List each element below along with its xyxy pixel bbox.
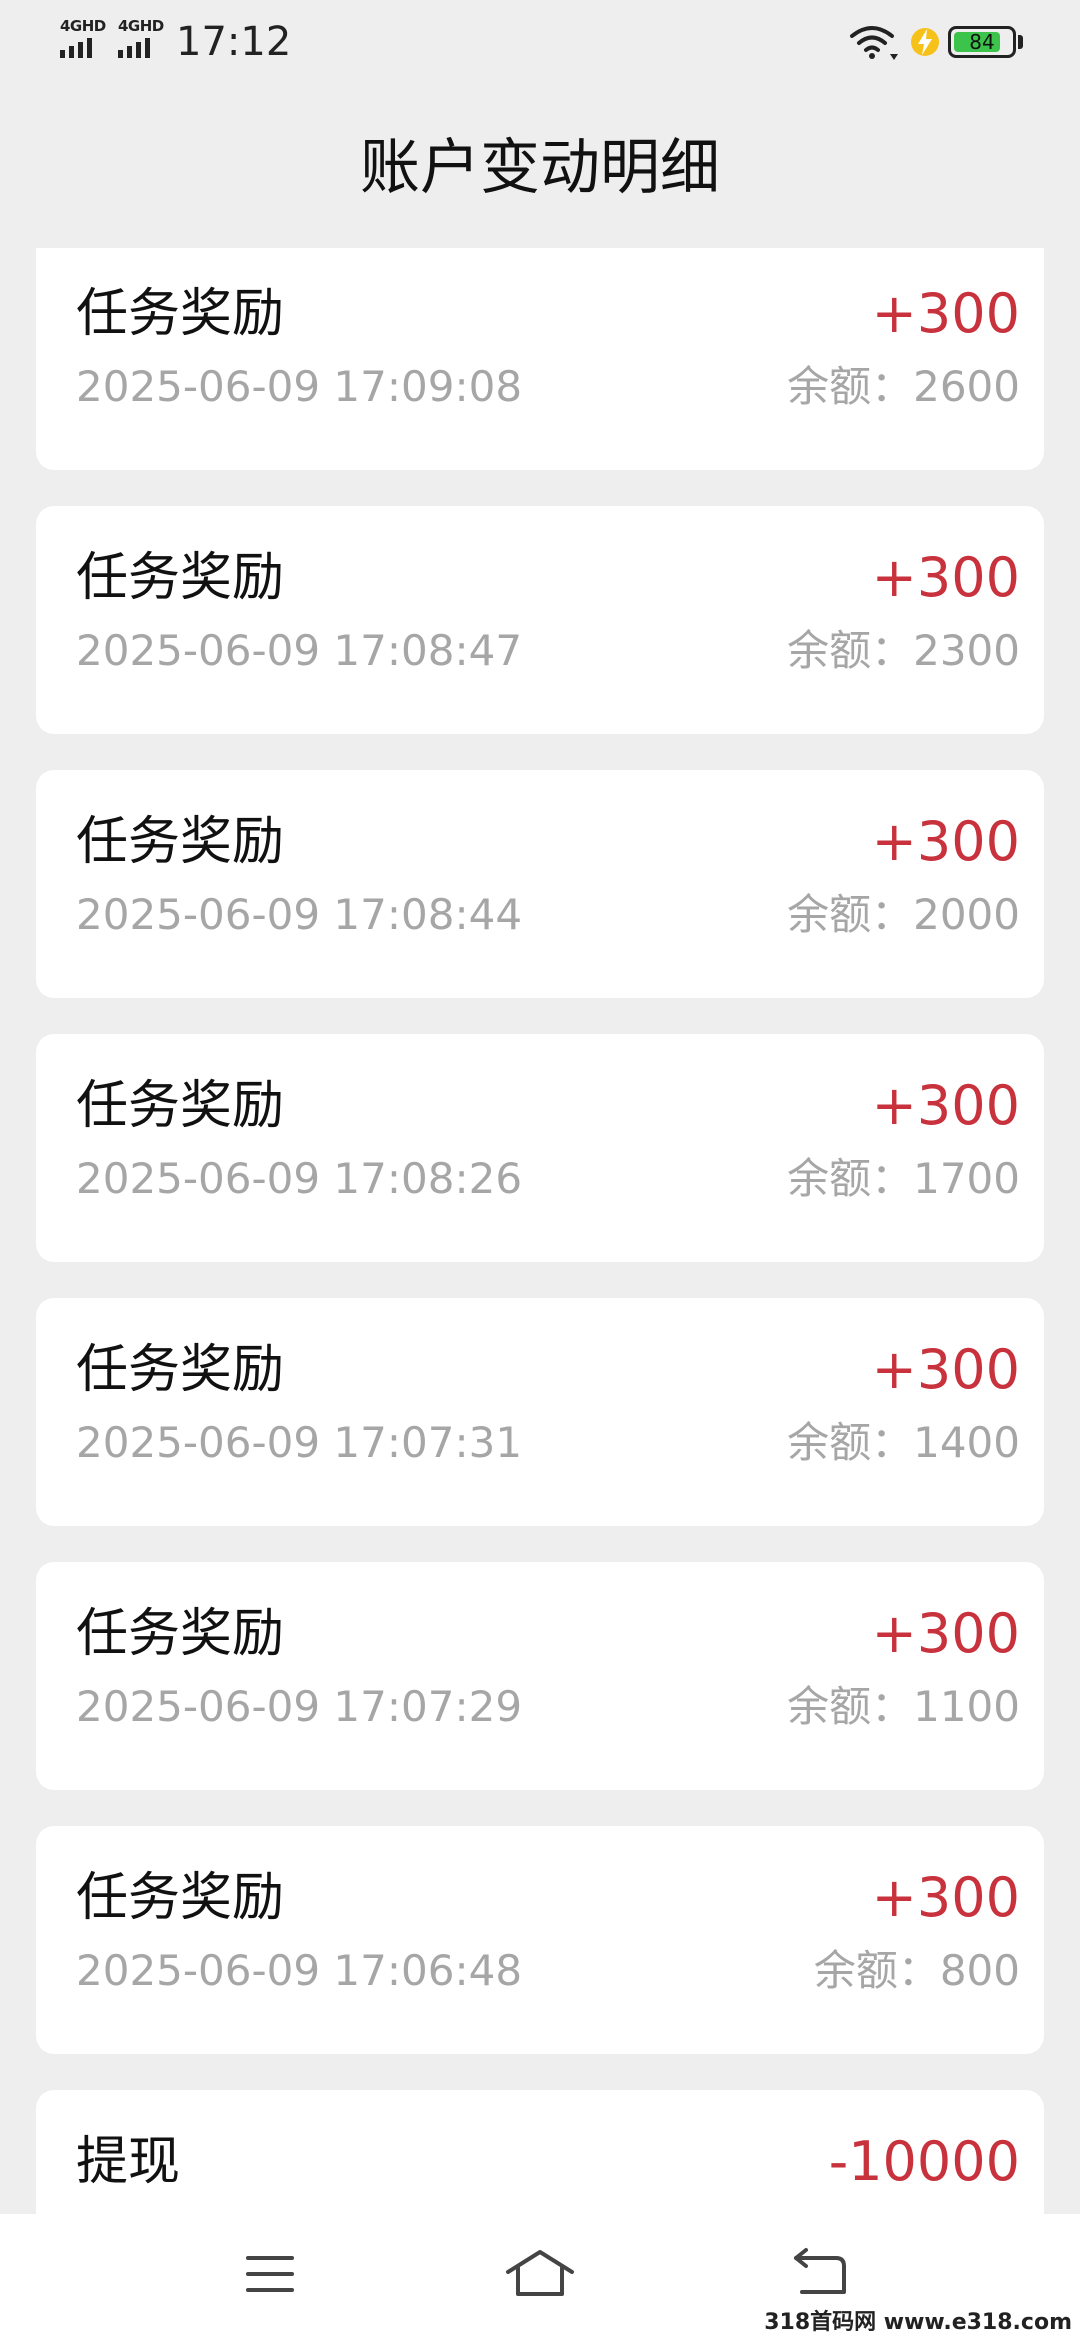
- record-amount: +300: [871, 282, 1020, 345]
- record-time: 2025-06-09 17:06:48: [76, 1946, 523, 1995]
- record-time: 2025-06-09 17:08:26: [76, 1154, 523, 1203]
- battery-cap: [1018, 35, 1023, 49]
- sim1-signal: 4GHD: [60, 18, 106, 58]
- record-amount: +300: [871, 1074, 1020, 1137]
- wifi-icon: [850, 26, 898, 60]
- record-amount: +300: [871, 1602, 1020, 1665]
- record-balance: 余额：2000: [787, 890, 1020, 939]
- record-time: 2025-06-09 17:09:08: [76, 362, 523, 411]
- record-time: 2025-06-09 17:08:47: [76, 626, 523, 675]
- signal-bars-icon: [60, 36, 92, 58]
- record-card[interactable]: 任务奖励 +300 2025-06-09 17:07:29 余额：1100: [36, 1562, 1044, 1790]
- record-type: 任务奖励: [76, 1076, 285, 1136]
- record-amount: +300: [871, 1338, 1020, 1401]
- screen: 4GHD 4GHD 17:12 84 账户变动明细 任务奖励 +300 2025…: [0, 0, 1080, 2340]
- record-amount: +300: [871, 810, 1020, 873]
- record-balance: 余额：2600: [787, 362, 1020, 411]
- navigation-bar: 318首码网 www.e318.com: [0, 2214, 1080, 2340]
- record-type: 任务奖励: [76, 284, 285, 344]
- record-type: 任务奖励: [76, 1868, 285, 1928]
- record-balance: 余额：1700: [787, 1154, 1020, 1203]
- menu-icon[interactable]: [230, 2244, 310, 2304]
- record-type: 提现: [76, 2132, 181, 2192]
- back-icon[interactable]: [780, 2244, 860, 2304]
- record-card[interactable]: 任务奖励 +300 2025-06-09 17:08:44 余额：2000: [36, 770, 1044, 998]
- watermark: 318首码网 www.e318.com: [764, 2310, 1072, 2335]
- signal-bars-icon: [118, 36, 150, 58]
- status-time: 17:12: [176, 19, 292, 65]
- record-balance: 余额：1100: [787, 1682, 1020, 1731]
- sim2-label: 4GHD: [118, 17, 164, 35]
- record-amount: +300: [871, 546, 1020, 609]
- record-amount: -10000: [828, 2130, 1020, 2193]
- home-icon[interactable]: [500, 2244, 580, 2304]
- battery-indicator: 84: [948, 26, 1016, 58]
- record-time: 2025-06-09 17:07:29: [76, 1682, 523, 1731]
- status-bar: 4GHD 4GHD 17:12 84: [0, 0, 1080, 84]
- record-balance: 余额：1400: [787, 1418, 1020, 1467]
- record-card[interactable]: 任务奖励 +300 2025-06-09 17:08:47 余额：2300: [36, 506, 1044, 734]
- record-card[interactable]: 任务奖励 +300 2025-06-09 17:07:31 余额：1400: [36, 1298, 1044, 1526]
- record-card[interactable]: 任务奖励 +300 2025-06-09 17:06:48 余额：800: [36, 1826, 1044, 2054]
- record-card[interactable]: 任务奖励 +300 2025-06-09 17:09:08 余额：2600: [36, 248, 1044, 470]
- record-type: 任务奖励: [76, 1604, 285, 1664]
- sim1-label: 4GHD: [60, 17, 106, 35]
- record-balance: 余额：2300: [787, 626, 1020, 675]
- record-type: 任务奖励: [76, 548, 285, 608]
- record-type: 任务奖励: [76, 812, 285, 872]
- record-amount: +300: [871, 1866, 1020, 1929]
- record-type: 任务奖励: [76, 1340, 285, 1400]
- record-card[interactable]: 任务奖励 +300 2025-06-09 17:08:26 余额：1700: [36, 1034, 1044, 1262]
- record-time: 2025-06-09 17:07:31: [76, 1418, 523, 1467]
- record-time: 2025-06-09 17:08:44: [76, 890, 523, 939]
- lightning-icon: [911, 28, 939, 56]
- record-balance: 余额：800: [813, 1946, 1020, 1995]
- page-title: 账户变动明细: [360, 133, 720, 203]
- sim2-signal: 4GHD: [118, 18, 164, 58]
- battery-level: 84: [969, 30, 995, 54]
